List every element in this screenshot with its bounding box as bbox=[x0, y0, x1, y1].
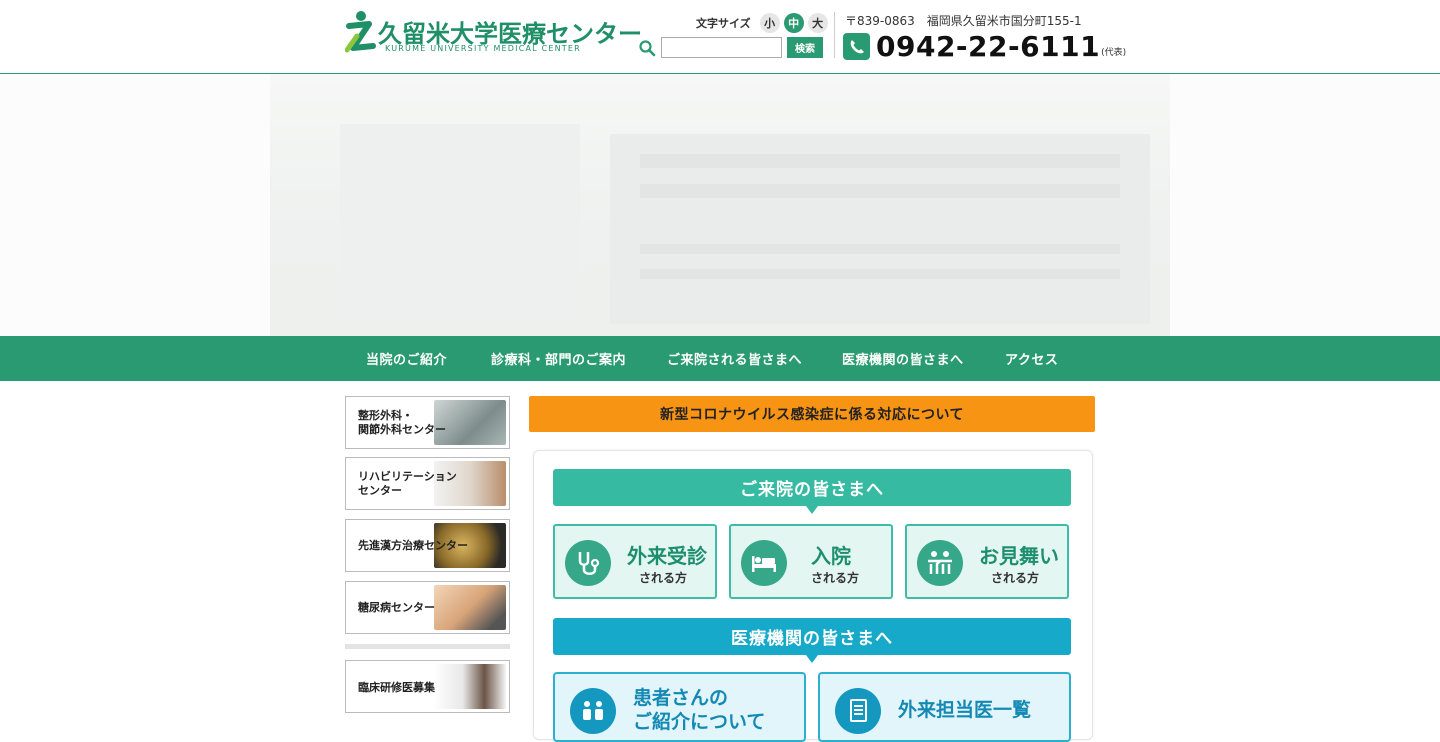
stethoscope-icon bbox=[565, 540, 611, 586]
sidebar-banner-rehabilitation[interactable]: リハビリテーション センター bbox=[345, 457, 510, 510]
bed-icon bbox=[741, 540, 787, 586]
doctor-photo bbox=[434, 664, 506, 709]
logo-subtitle: KURUME UNIVERSITY MEDICAL CENTER bbox=[385, 44, 581, 53]
font-size-label: 文字サイズ bbox=[696, 17, 751, 30]
header-divider bbox=[834, 12, 835, 58]
referral-icon bbox=[570, 688, 616, 734]
phone-number[interactable]: 0942-22-6111 bbox=[876, 30, 1100, 63]
nav-item-medical-institutions[interactable]: 医療機関の皆さまへ bbox=[842, 336, 964, 381]
sidebar-banner-label: 臨床研修医募集 bbox=[358, 681, 435, 694]
sidebar-banner-residency[interactable]: 臨床研修医募集 bbox=[345, 660, 510, 713]
outpatient-doctor-list-card[interactable]: 外来担当医一覧 bbox=[818, 672, 1071, 742]
nav-item-access[interactable]: アクセス bbox=[1005, 336, 1058, 381]
hospital-address: 〒839-0863 福岡県久留米市国分町155-1 bbox=[845, 14, 1082, 28]
search-button[interactable]: 検索 bbox=[787, 37, 823, 58]
hospital-visit-card-title: お見舞い bbox=[979, 544, 1059, 568]
glucose-meter-photo bbox=[434, 585, 506, 630]
sidebar-separator bbox=[345, 644, 510, 649]
medical-institutions-heading: 医療機関の皆さまへ bbox=[553, 618, 1071, 663]
search-icon bbox=[639, 39, 656, 56]
search-input[interactable] bbox=[661, 37, 782, 58]
document-list-icon bbox=[835, 688, 881, 734]
inpatient-card[interactable]: 入院 される方 bbox=[729, 524, 893, 599]
outpatient-card[interactable]: 外来受診 される方 bbox=[553, 524, 717, 599]
inpatient-card-title: 入院 bbox=[811, 544, 851, 568]
site-search: 検索 bbox=[638, 37, 823, 58]
hero-hospital-image bbox=[270, 74, 1170, 336]
sidebar-banner-label: リハビリテーション センター bbox=[358, 470, 457, 497]
phone-icon bbox=[843, 33, 870, 60]
hospital-visit-card[interactable]: お見舞い される方 bbox=[905, 524, 1069, 599]
site-header: 久留米大学医療センター KURUME UNIVERSITY MEDICAL CE… bbox=[0, 0, 1440, 74]
phone-note: (代表) bbox=[1101, 48, 1127, 58]
sidebar-banner-diabetes[interactable]: 糖尿病センター bbox=[345, 581, 510, 634]
site-logo[interactable]: 久留米大学医療センター KURUME UNIVERSITY MEDICAL CE… bbox=[345, 10, 642, 56]
people-icon bbox=[917, 540, 963, 586]
hero-banner bbox=[0, 74, 1440, 336]
covid-notice-banner[interactable]: 新型コロナウイルス感染症に係る対応について bbox=[529, 396, 1095, 432]
sidebar-banner-label: 整形外科・ 関節外科センター bbox=[358, 409, 446, 436]
inpatient-card-subtitle: される方 bbox=[810, 571, 859, 585]
sidebar-banner-orthopedics[interactable]: 整形外科・ 関節外科センター bbox=[345, 396, 510, 449]
phone-contact: 0942-22-6111 (代表) bbox=[843, 30, 1126, 63]
sidebar-banner-kampo[interactable]: 先進漢方治療センター bbox=[345, 519, 510, 572]
sidebar-banner-label: 先進漢方治療センター bbox=[358, 539, 468, 552]
font-size-small-button[interactable]: 小 bbox=[759, 13, 780, 33]
nav-item-departments[interactable]: 診療科・部門のご案内 bbox=[491, 336, 626, 381]
outpatient-card-title: 外来受診 bbox=[627, 544, 707, 568]
nav-item-visitors[interactable]: ご来院される皆さまへ bbox=[667, 336, 802, 381]
outpatient-doctor-list-card-title: 外来担当医一覧 bbox=[898, 699, 1032, 721]
font-size-medium-button[interactable]: 中 bbox=[783, 13, 804, 33]
patient-referral-card[interactable]: 患者さんの ご紹介について bbox=[553, 672, 806, 742]
logo-mark-icon bbox=[345, 11, 376, 53]
visitors-heading: ご来院の皆さまへ bbox=[553, 469, 1071, 514]
global-nav: 当院のご紹介 診療科・部門のご案内 ご来院される皆さまへ 医療機関の皆さまへ ア… bbox=[0, 336, 1440, 381]
hospital-visit-card-subtitle: される方 bbox=[990, 571, 1039, 585]
font-size-large-button[interactable]: 大 bbox=[807, 13, 828, 33]
font-size-switcher: 文字サイズ 小 中 大 bbox=[696, 12, 828, 34]
sidebar-banner-label: 糖尿病センター bbox=[358, 601, 435, 614]
outpatient-card-subtitle: される方 bbox=[638, 571, 687, 585]
patient-referral-card-title: 患者さんの ご紹介について bbox=[633, 687, 766, 733]
nav-item-about[interactable]: 当院のご紹介 bbox=[366, 336, 447, 381]
